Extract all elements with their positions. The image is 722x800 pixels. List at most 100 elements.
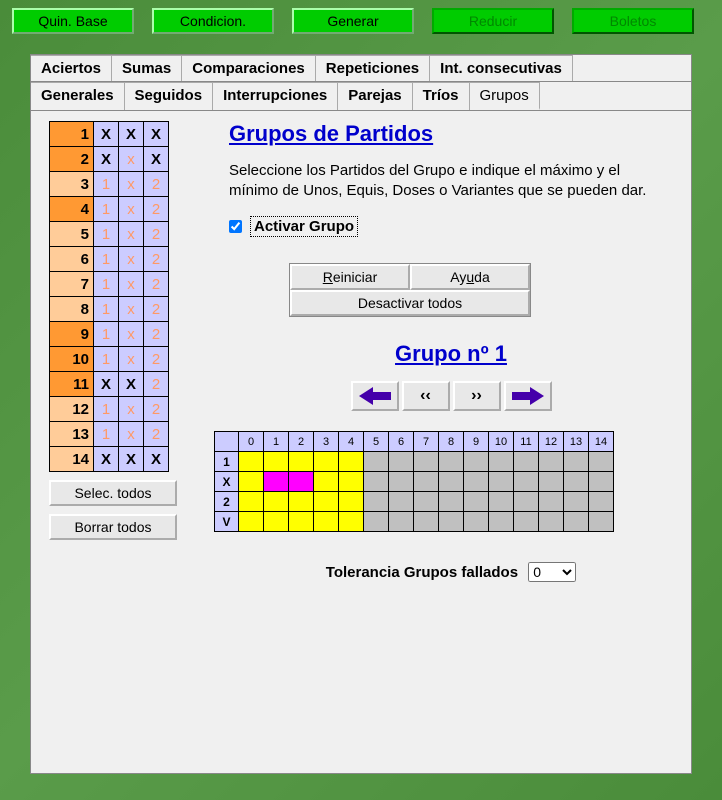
match-cell-x[interactable]: x (119, 247, 144, 272)
match-cell-2[interactable]: 2 (144, 422, 169, 447)
match-cell-x[interactable]: x (119, 322, 144, 347)
match-cell-1[interactable]: 1 (94, 172, 119, 197)
match-cell-x[interactable]: x (119, 197, 144, 222)
grid-cell[interactable] (239, 492, 264, 512)
match-cell-1[interactable]: 1 (94, 222, 119, 247)
grid-cell[interactable] (264, 472, 289, 492)
grid-cell[interactable] (289, 512, 314, 532)
match-cell-2[interactable]: X (144, 122, 169, 147)
match-cell-1[interactable]: X (94, 372, 119, 397)
match-cell-x[interactable]: x (119, 172, 144, 197)
match-cell-1[interactable]: X (94, 122, 119, 147)
grid-cell[interactable] (464, 512, 489, 532)
grid-cell[interactable] (339, 512, 364, 532)
grid-cell[interactable] (564, 492, 589, 512)
grid-cell[interactable] (439, 472, 464, 492)
match-cell-2[interactable]: 2 (144, 397, 169, 422)
grid-cell[interactable] (389, 472, 414, 492)
grid-cell[interactable] (314, 472, 339, 492)
match-cell-x[interactable]: x (119, 347, 144, 372)
grid-cell[interactable] (264, 452, 289, 472)
grid-cell[interactable] (489, 512, 514, 532)
match-cell-2[interactable]: 2 (144, 322, 169, 347)
grid-cell[interactable] (414, 472, 439, 492)
match-cell-1[interactable]: 1 (94, 347, 119, 372)
borrar-todos-button[interactable]: Borrar todos (49, 514, 177, 540)
grid-cell[interactable] (439, 492, 464, 512)
match-cell-1[interactable]: 1 (94, 197, 119, 222)
match-cell-2[interactable]: 2 (144, 347, 169, 372)
grid-cell[interactable] (589, 472, 614, 492)
match-cell-1[interactable]: X (94, 147, 119, 172)
grid-cell[interactable] (364, 452, 389, 472)
grid-cell[interactable] (539, 452, 564, 472)
desactivar-todos-button[interactable]: Desactivar todos (290, 290, 530, 316)
grid-cell[interactable] (289, 472, 314, 492)
match-cell-1[interactable]: 1 (94, 272, 119, 297)
match-cell-2[interactable]: X (144, 447, 169, 472)
grid-cell[interactable] (489, 492, 514, 512)
nav-next-button[interactable]: ›› (453, 381, 501, 411)
grid-cell[interactable] (589, 512, 614, 532)
grid-cell[interactable] (314, 452, 339, 472)
grid-cell[interactable] (389, 492, 414, 512)
grid-cell[interactable] (239, 472, 264, 492)
tab-trios[interactable]: Tríos (413, 82, 470, 110)
grid-cell[interactable] (514, 492, 539, 512)
match-cell-x[interactable]: x (119, 422, 144, 447)
match-cell-1[interactable]: X (94, 447, 119, 472)
tolerance-select[interactable]: 0 (528, 562, 576, 582)
page-title[interactable]: Grupos de Partidos (229, 121, 673, 147)
grid-cell[interactable] (564, 472, 589, 492)
grid-cell[interactable] (239, 452, 264, 472)
match-cell-x[interactable]: x (119, 147, 144, 172)
match-cell-1[interactable]: 1 (94, 297, 119, 322)
grid-cell[interactable] (589, 492, 614, 512)
grid-cell[interactable] (389, 512, 414, 532)
match-cell-x[interactable]: x (119, 397, 144, 422)
group-number-title[interactable]: Grupo nº 1 (229, 341, 673, 367)
grid-cell[interactable] (239, 512, 264, 532)
tab-sumas[interactable]: Sumas (112, 55, 182, 81)
grid-cell[interactable] (414, 512, 439, 532)
grid-cell[interactable] (264, 512, 289, 532)
grid-cell[interactable] (514, 452, 539, 472)
grid-cell[interactable] (339, 452, 364, 472)
nav-last-button[interactable] (504, 381, 552, 411)
grid-cell[interactable] (364, 492, 389, 512)
tab-parejas[interactable]: Parejas (338, 82, 412, 110)
match-cell-1[interactable]: 1 (94, 247, 119, 272)
match-cell-x[interactable]: x (119, 272, 144, 297)
tab-int-consecutivas[interactable]: Int. consecutivas (430, 55, 573, 81)
match-cell-x[interactable]: X (119, 372, 144, 397)
grid-cell[interactable] (289, 452, 314, 472)
ayuda-button[interactable]: Ayuda (410, 264, 530, 290)
grid-cell[interactable] (514, 512, 539, 532)
match-cell-2[interactable]: 2 (144, 222, 169, 247)
selec-todos-button[interactable]: Selec. todos (49, 480, 177, 506)
match-cell-2[interactable]: 2 (144, 272, 169, 297)
grid-cell[interactable] (539, 512, 564, 532)
match-cell-2[interactable]: 2 (144, 197, 169, 222)
match-cell-1[interactable]: 1 (94, 397, 119, 422)
grid-cell[interactable] (539, 492, 564, 512)
grid-cell[interactable] (314, 492, 339, 512)
tab-interrupciones[interactable]: Interrupciones (213, 82, 338, 110)
match-cell-2[interactable]: 2 (144, 297, 169, 322)
grid-cell[interactable] (464, 452, 489, 472)
grid-cell[interactable] (364, 512, 389, 532)
tab-grupos[interactable]: Grupos (470, 82, 540, 110)
nav-first-button[interactable] (351, 381, 399, 411)
grid-cell[interactable] (464, 472, 489, 492)
tab-seguidos[interactable]: Seguidos (125, 82, 214, 110)
activar-grupo-checkbox[interactable] (229, 220, 242, 233)
grid-cell[interactable] (589, 452, 614, 472)
grid-cell[interactable] (489, 452, 514, 472)
grid-cell[interactable] (564, 512, 589, 532)
reducir-button[interactable]: Reducir (432, 8, 554, 34)
match-cell-2[interactable]: X (144, 147, 169, 172)
reiniciar-button[interactable]: Reiniciar (290, 264, 410, 290)
match-cell-x[interactable]: X (119, 447, 144, 472)
grid-cell[interactable] (289, 492, 314, 512)
grid-cell[interactable] (364, 472, 389, 492)
